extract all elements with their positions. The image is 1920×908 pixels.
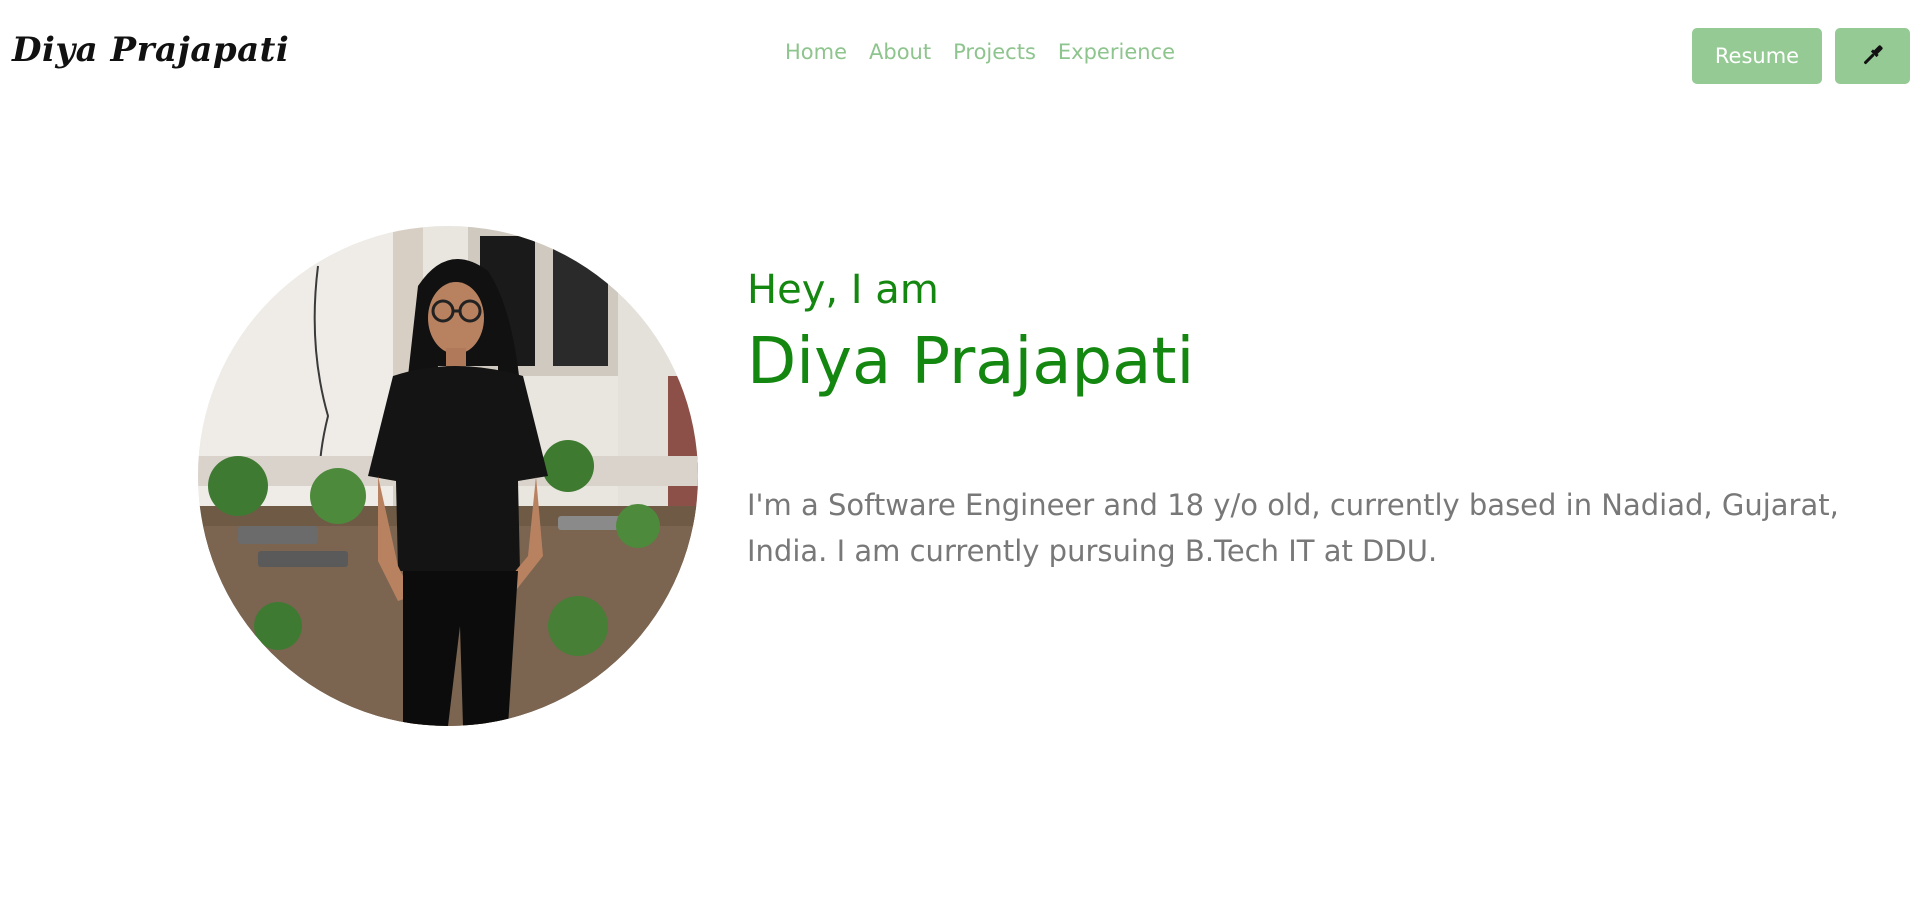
main-nav: Home About Projects Experience [785, 40, 1175, 64]
nav-link-projects[interactable]: Projects [953, 40, 1036, 64]
paint-brush-icon [1859, 41, 1887, 72]
theme-toggle-button[interactable] [1835, 28, 1910, 84]
portfolio-page: Diya Prajapati Home About Projects Exper… [0, 0, 1920, 908]
hero-bio: I'm a Software Engineer and 18 y/o old, … [747, 488, 1839, 568]
nav-link-home[interactable]: Home [785, 40, 847, 64]
profile-photo [198, 226, 698, 726]
hero-intro: Hey, I am Diya Prajapati I'm a Software … [747, 264, 1887, 574]
nav-link-about[interactable]: About [869, 40, 931, 64]
site-logo[interactable]: Diya Prajapati [12, 30, 289, 70]
hero-greeting: Hey, I am [747, 267, 939, 313]
resume-button[interactable]: Resume [1692, 28, 1822, 84]
nav-link-experience[interactable]: Experience [1058, 40, 1175, 64]
hero-name: Diya Prajapati [747, 325, 1195, 399]
site-header: Diya Prajapati Home About Projects Exper… [0, 0, 1920, 110]
